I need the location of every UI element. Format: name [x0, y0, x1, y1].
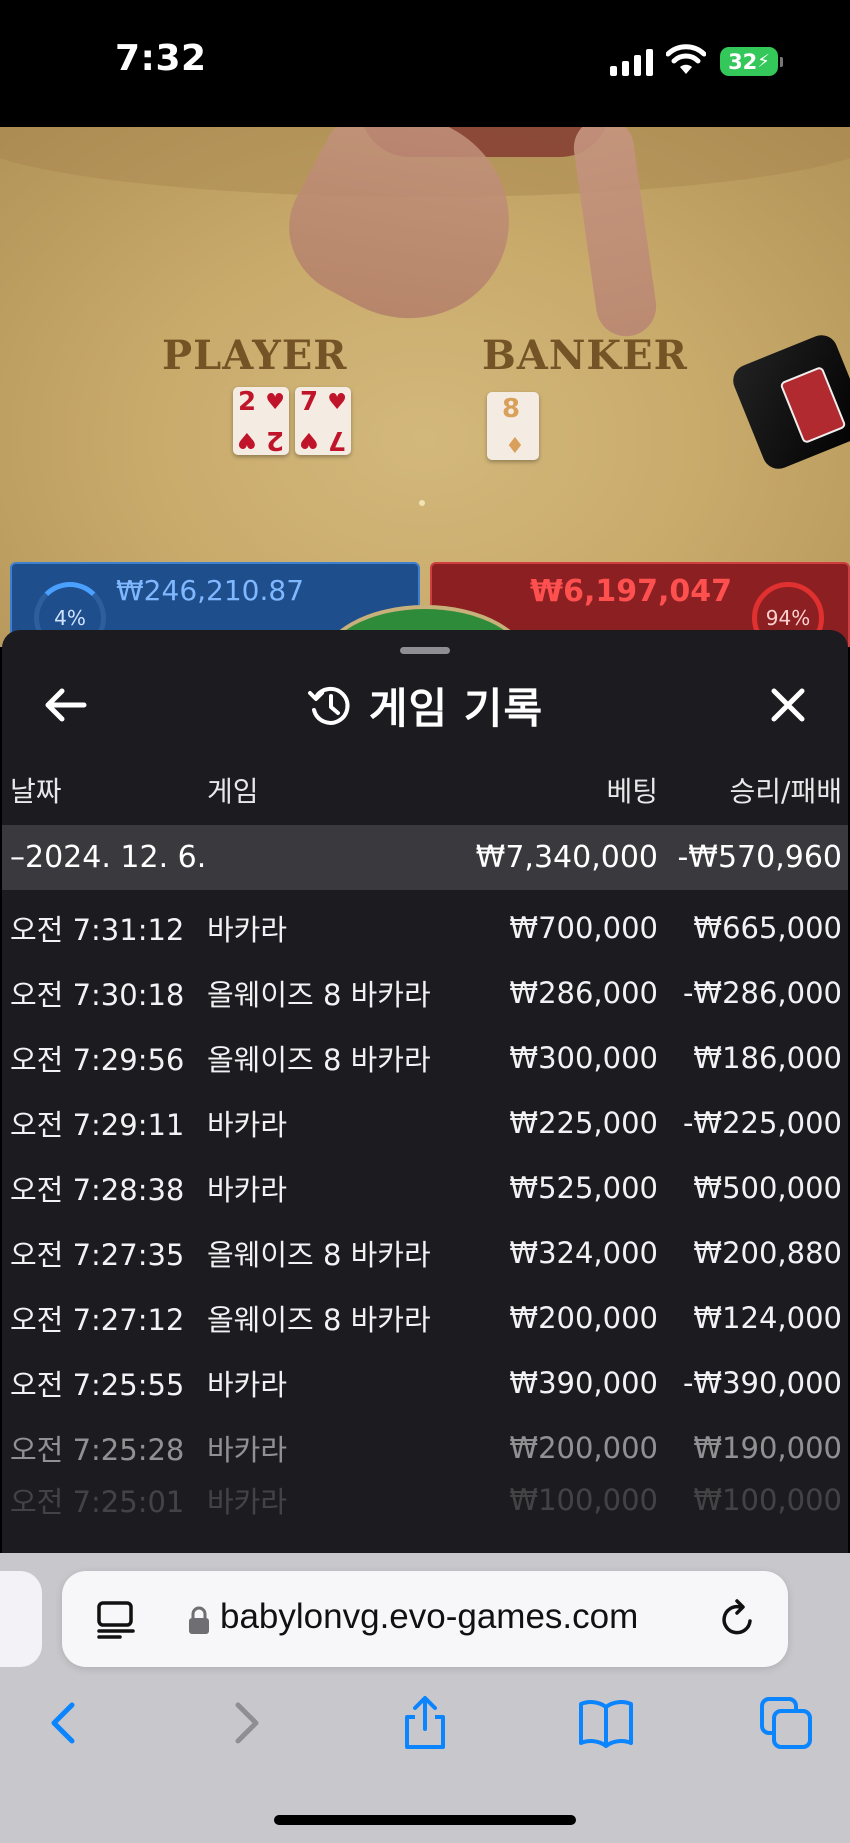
row-time: 오전 7:28:38 [10, 1172, 185, 1207]
row-result: -₩390,000 [682, 1365, 842, 1400]
row-game: 바카라 [207, 912, 288, 947]
lock-icon [189, 1606, 209, 1634]
row-time: 오전 7:25:28 [10, 1432, 185, 1467]
home-indicator[interactable] [274, 1815, 576, 1825]
panel-title: 게임 기록 [368, 684, 544, 733]
row-bet: ₩700,000 [509, 910, 658, 945]
status-time: 7:32 [115, 38, 207, 79]
banker-bet-total: ₩6,197,047 [529, 574, 732, 609]
panel-title-wrap: 게임 기록 [2, 675, 848, 736]
cellular-signal-icon [610, 48, 653, 76]
banker-table-label: BANKER [482, 332, 688, 379]
tabs-icon[interactable] [756, 1693, 816, 1753]
row-result: -₩286,000 [682, 975, 842, 1010]
group-result-total: -₩570,960 [677, 840, 842, 875]
sheet-grabber[interactable] [400, 647, 450, 654]
live-video-feed: PLAYER BANKER 2 ♥ 2 ♥ 7 ♥ 7 ♥ 8 ♦ 4% ₩24… [0, 127, 850, 647]
battery-level: 32 [728, 49, 758, 74]
previous-tab-peek[interactable] [0, 1571, 42, 1667]
game-history-panel: 게임 기록 날짜 게임 베팅 승리/패배 –2024. 12. 6. ₩7,34… [2, 630, 848, 1555]
row-time: 오전 7:29:11 [10, 1107, 185, 1142]
row-time: 오전 7:27:12 [10, 1302, 185, 1337]
table-row[interactable]: 오전 7:25:01 바카라 ₩100,000 ₩100,000 [2, 1480, 848, 1520]
row-bet: ₩286,000 [509, 975, 658, 1010]
row-time: 오전 7:25:01 [10, 1485, 185, 1519]
table-row[interactable]: 오전 7:30:18 올웨이즈 8 바카라 ₩286,000 -₩286,000 [2, 960, 848, 1025]
row-game: 바카라 [207, 1485, 288, 1519]
row-game: 올웨이즈 8 바카라 [207, 1237, 431, 1272]
browser-bottom-bar: babylonvg.evo-games.com [0, 1553, 850, 1843]
row-bet: ₩200,000 [509, 1430, 658, 1465]
row-result: ₩100,000 [693, 1483, 842, 1517]
player-table-label: PLAYER [162, 332, 348, 379]
row-time: 오전 7:30:18 [10, 977, 185, 1012]
back-chevron-icon[interactable] [34, 1693, 94, 1753]
player-card: 7 ♥ 7 ♥ [295, 387, 351, 455]
row-game: 바카라 [207, 1432, 288, 1467]
status-bar: 7:32 32 ⚡ [0, 0, 850, 127]
table-row[interactable]: 오전 7:28:38 바카라 ₩525,000 ₩500,000 [2, 1155, 848, 1220]
battery-icon: 32 ⚡ [720, 47, 783, 76]
history-list: 오전 7:31:12 바카라 ₩700,000 ₩665,000 오전 7:30… [2, 895, 848, 1520]
group-bet-total: ₩7,340,000 [475, 840, 658, 875]
table-row[interactable]: 오전 7:29:56 올웨이즈 8 바카라 ₩300,000 ₩186,000 [2, 1025, 848, 1090]
table-marker [419, 500, 425, 506]
row-result: ₩665,000 [693, 910, 842, 945]
table-row[interactable]: 오전 7:25:28 바카라 ₩200,000 ₩190,000 [2, 1415, 848, 1480]
table-row[interactable]: 오전 7:29:11 바카라 ₩225,000 -₩225,000 [2, 1090, 848, 1155]
row-result: ₩186,000 [693, 1040, 842, 1075]
row-result: ₩124,000 [693, 1300, 842, 1335]
row-time: 오전 7:29:56 [10, 1042, 185, 1077]
row-game: 바카라 [207, 1172, 288, 1207]
table-row[interactable]: 오전 7:27:12 올웨이즈 8 바카라 ₩200,000 ₩124,000 [2, 1285, 848, 1350]
panel-header: 게임 기록 [2, 665, 848, 745]
column-header-result[interactable]: 승리/패배 [730, 770, 842, 810]
row-game: 올웨이즈 8 바카라 [207, 977, 431, 1012]
row-time: 오전 7:31:12 [10, 912, 185, 947]
charging-bolt-icon: ⚡ [757, 51, 770, 72]
browser-toolbar [0, 1693, 850, 1763]
row-bet: ₩225,000 [509, 1105, 658, 1140]
forward-chevron-icon[interactable] [216, 1693, 276, 1753]
url-text: babylonvg.evo-games.com [220, 1597, 639, 1636]
row-bet: ₩390,000 [509, 1365, 658, 1400]
bookmarks-icon[interactable] [576, 1693, 636, 1753]
column-header-date[interactable]: 날짜 [10, 770, 62, 810]
reload-icon[interactable] [718, 1599, 758, 1639]
row-result: ₩190,000 [693, 1430, 842, 1465]
page-menu-icon[interactable] [96, 1601, 136, 1639]
close-icon[interactable] [764, 681, 812, 729]
row-bet: ₩300,000 [509, 1040, 658, 1075]
row-game: 올웨이즈 8 바카라 [207, 1042, 431, 1077]
column-header-bet[interactable]: 베팅 [606, 770, 658, 810]
row-result: -₩225,000 [682, 1105, 842, 1140]
table-row[interactable]: 오전 7:31:12 바카라 ₩700,000 ₩665,000 [2, 895, 848, 960]
row-result: ₩200,880 [693, 1235, 842, 1270]
date-group-row[interactable]: –2024. 12. 6. ₩7,340,000 -₩570,960 [2, 825, 848, 890]
table-row[interactable]: 오전 7:25:55 바카라 ₩390,000 -₩390,000 [2, 1350, 848, 1415]
row-bet: ₩324,000 [509, 1235, 658, 1270]
row-game: 올웨이즈 8 바카라 [207, 1302, 431, 1337]
row-game: 바카라 [207, 1367, 288, 1402]
banker-card: 8 ♦ [487, 392, 539, 460]
row-time: 오전 7:27:35 [10, 1237, 185, 1272]
player-bet-total: ₩246,210.87 [116, 574, 305, 607]
wifi-icon [666, 44, 706, 74]
group-date: –2024. 12. 6. [10, 840, 207, 875]
share-icon[interactable] [395, 1693, 455, 1753]
history-icon [307, 686, 350, 725]
row-time: 오전 7:25:55 [10, 1367, 185, 1402]
row-bet: ₩525,000 [509, 1170, 658, 1205]
address-bar[interactable]: babylonvg.evo-games.com [62, 1571, 788, 1667]
column-header-game[interactable]: 게임 [207, 770, 259, 810]
table-row[interactable]: 오전 7:27:35 올웨이즈 8 바카라 ₩324,000 ₩200,880 [2, 1220, 848, 1285]
row-game: 바카라 [207, 1107, 288, 1142]
row-bet: ₩100,000 [509, 1483, 658, 1517]
row-result: ₩500,000 [693, 1170, 842, 1205]
player-card: 2 ♥ 2 ♥ [233, 387, 289, 455]
row-bet: ₩200,000 [509, 1300, 658, 1335]
